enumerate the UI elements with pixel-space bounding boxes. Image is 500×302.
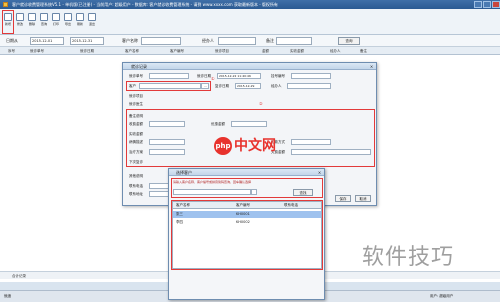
save-button[interactable]: 保存: [335, 195, 351, 202]
grid-header-cell[interactable]: 就诊单号: [30, 47, 44, 55]
grid-footer-label: 合计记录: [12, 274, 26, 278]
refresh-icon: [76, 13, 84, 21]
print-icon: [52, 13, 60, 21]
visit-date-input[interactable]: 2015-12-29: [235, 83, 261, 89]
grid-header: 序号 就诊单号 就诊日期 客户名称 客户编号 就诊项目 金额 实收金额 经办人 …: [0, 47, 500, 55]
date-from-input[interactable]: 2015-12-01: [30, 37, 64, 45]
popup-hint: 请输入客户名称、客户编号或拼音简码查询，回车确认选择: [173, 180, 252, 184]
dialog-title: 就诊记录: [123, 63, 376, 70]
grid-header-cell[interactable]: 客户名称: [125, 47, 139, 55]
cancel-button[interactable]: 取消: [355, 195, 371, 202]
project-label: 就诊项目: [129, 94, 143, 98]
popup-search-button[interactable]: 查找: [293, 189, 313, 196]
detail-input[interactable]: [149, 139, 185, 145]
marker-1: ①: [211, 76, 215, 81]
title-bar: 客户就诊收费管理系统V5.1 - 单机版(已注册) - 当前用户: 超级用户 -…: [0, 0, 500, 9]
popup-table-highlight: [171, 200, 323, 270]
delete-icon: [28, 13, 36, 21]
customer-input[interactable]: [141, 37, 181, 45]
visit-date-label: 复诊日期: [215, 84, 229, 88]
export-icon: [64, 13, 72, 21]
no-input[interactable]: [149, 73, 189, 79]
doctor-label: 就诊医生: [129, 102, 143, 106]
pay-type-select[interactable]: [291, 139, 331, 145]
grid-header-cell[interactable]: 备注: [360, 47, 367, 55]
popup-title: 选择客户: [169, 169, 324, 176]
treat-label: 治疗方案: [129, 150, 143, 154]
php-logo-icon: php: [214, 137, 232, 155]
maximize-button[interactable]: [483, 1, 491, 8]
amount-input[interactable]: [149, 121, 185, 127]
next-label: 下次复诊: [129, 160, 143, 164]
app-icon: [3, 2, 8, 7]
reg-label: 挂号编号: [271, 74, 285, 78]
exit-icon: [88, 13, 96, 21]
brand-watermark: 软件技巧: [362, 245, 455, 270]
detail-label: 病情描述: [129, 140, 143, 144]
date-to-input[interactable]: 2015-12-31: [70, 37, 104, 45]
grid-header-cell[interactable]: 序号: [8, 47, 15, 55]
popup-close-button[interactable]: ×: [317, 170, 322, 175]
address-input[interactable]: [149, 191, 169, 197]
staff-label: 经办人: [202, 38, 214, 43]
address-label: 联系地址: [129, 192, 143, 196]
grid-header-cell[interactable]: 就诊项目: [215, 47, 229, 55]
grid-header-cell[interactable]: 客户编号: [170, 47, 184, 55]
grid-header-cell[interactable]: 金额: [262, 47, 269, 55]
search-icon: [40, 13, 48, 21]
exit-button[interactable]: 退出: [87, 11, 97, 33]
discount-label: 优惠金额: [211, 122, 225, 126]
marker-2: ②: [259, 101, 263, 106]
contact-label: 联系电话: [129, 184, 143, 188]
query-button[interactable]: 查询: [338, 37, 360, 45]
keyword-label: 备注: [266, 38, 274, 43]
window-title: 客户就诊收费管理系统V5.1 - 单机版(已注册) - 当前用户: 超级用户 -…: [12, 2, 278, 7]
search-button[interactable]: 查询: [39, 11, 49, 33]
handler-input[interactable]: [287, 83, 331, 89]
discount-input[interactable]: [231, 121, 267, 127]
staff-input[interactable]: [218, 37, 256, 45]
grid-header-cell[interactable]: 经办人: [330, 47, 341, 55]
remark-label: 备注说明: [129, 114, 143, 118]
filter-bar: 日期从 2015-12-01 2015-12-31 客户名称 经办人 备注 查询: [0, 35, 500, 47]
toolbar: 新增 修改 删除 查询 打印 导出 刷新 退出: [0, 9, 500, 35]
date-label: 日期从: [6, 38, 18, 43]
arrears-input[interactable]: [291, 149, 371, 155]
close-button[interactable]: [492, 1, 500, 8]
delete-button[interactable]: 删除: [27, 11, 37, 33]
popup-dropdown-button[interactable]: [251, 189, 257, 195]
status-right: 用户: 超级用户: [430, 294, 454, 298]
treat-input[interactable]: [149, 149, 185, 155]
reg-input[interactable]: [291, 73, 331, 79]
grid-header-cell[interactable]: 就诊日期: [80, 47, 94, 55]
no-label: 就诊单号: [129, 74, 143, 78]
handler-label: 经办人: [271, 84, 282, 88]
watermark-text: 中文网: [234, 138, 276, 154]
customer-label: 客户名称: [122, 38, 138, 43]
dialog-close-button[interactable]: ×: [369, 64, 374, 69]
grid-header-cell[interactable]: 实收金额: [290, 47, 304, 55]
popup-search-input[interactable]: [173, 189, 251, 195]
status-left: 就绪: [4, 294, 11, 298]
note-label: 其他说明: [129, 174, 143, 178]
customer-highlight: [126, 81, 211, 91]
new-button-highlight: [2, 10, 14, 34]
contact-input[interactable]: [149, 183, 169, 189]
date-input[interactable]: 2015-12-22 11:40:46: [217, 73, 261, 79]
refresh-button[interactable]: 刷新: [75, 11, 85, 33]
date-label: 就诊日期: [197, 74, 211, 78]
paid-label: 实收金额: [129, 132, 143, 136]
print-button[interactable]: 打印: [51, 11, 61, 33]
export-button[interactable]: 导出: [63, 11, 73, 33]
amount-label: 收费金额: [129, 122, 143, 126]
minimize-button[interactable]: [474, 1, 482, 8]
customer-picker-popup: 选择客户 × 请输入客户名称、客户编号或拼音简码查询，回车确认选择 查找 客户名…: [168, 168, 325, 300]
edit-button[interactable]: 修改: [15, 11, 25, 33]
edit-icon: [16, 13, 24, 21]
keyword-input[interactable]: [276, 37, 312, 45]
